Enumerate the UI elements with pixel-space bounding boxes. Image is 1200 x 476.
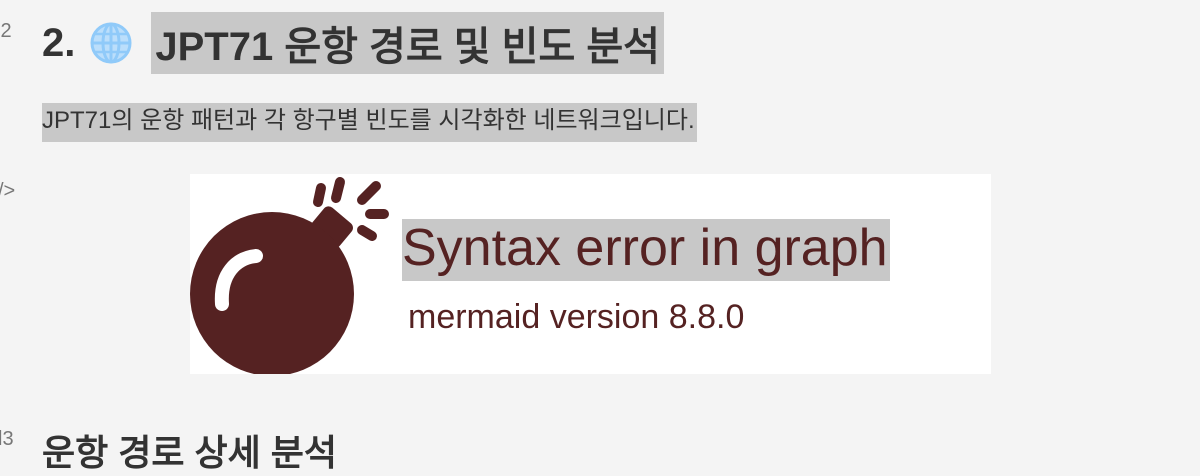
gutter-marker-2: />: [0, 180, 16, 202]
section-description: JPT71의 운항 패턴과 각 항구별 빈도를 시각화한 네트워크입니다.: [42, 100, 697, 142]
gutter-marker-3: l3: [0, 428, 14, 450]
mermaid-diagram: Syntax error in graph mermaid version 8.…: [190, 174, 991, 374]
bomb-icon: [190, 177, 389, 374]
gutter-marker-1: l2: [0, 20, 12, 42]
section-description-text: JPT71의 운항 패턴과 각 항구별 빈도를 시각화한 네트워크입니다.: [42, 103, 697, 142]
globe-icon: [90, 22, 132, 64]
next-section-heading: 운항 경로 상세 분석: [42, 432, 337, 473]
section-title: JPT71 운항 경로 및 빈도 분석: [151, 12, 664, 74]
error-title-text: Syntax error in graph: [402, 219, 890, 281]
section-heading: 2. JPT71 운항 경로 및 빈도 분석: [42, 12, 664, 74]
error-version: mermaid version 8.8.0: [408, 298, 745, 336]
section-number: 2.: [42, 20, 76, 65]
error-title: Syntax error in graph: [402, 218, 890, 281]
